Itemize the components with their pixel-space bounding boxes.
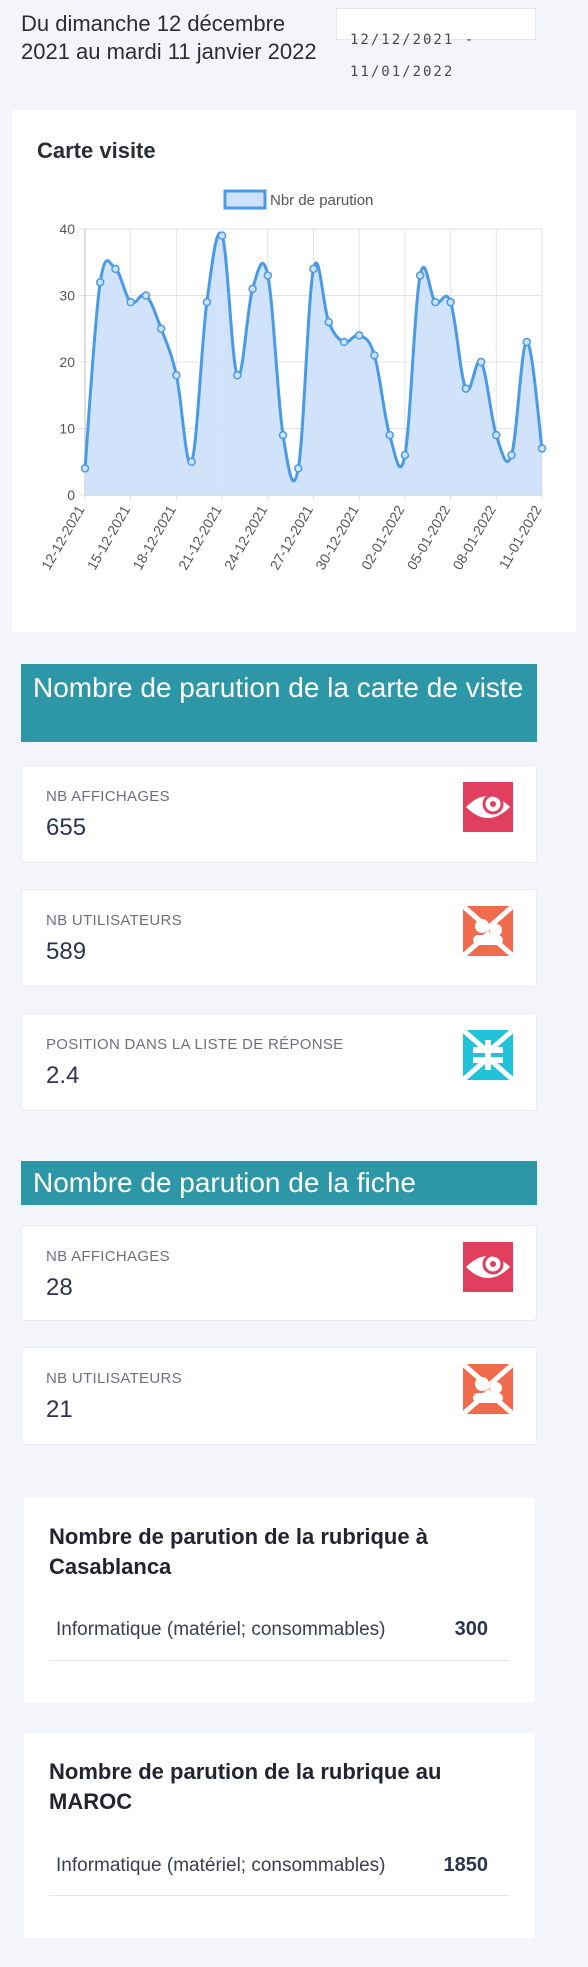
chart-title: Carte visite: [37, 138, 156, 163]
data-point: [202, 297, 212, 307]
rubrique-row-value: 300: [454, 1618, 488, 1640]
stat-label: NB UTILISATEURS: [46, 1370, 182, 1387]
data-point: [492, 430, 501, 440]
stat-value: 21: [46, 1396, 73, 1423]
stat-card-utilisateurs-fiche: NB UTILISATEURS 21: [21, 1347, 537, 1445]
stat-card-position: POSITION DANS LA LISTE DE RÉPONSE 2.4: [21, 1013, 537, 1111]
users-icon: [463, 906, 513, 956]
stat-label: NB AFFICHAGES: [46, 1248, 170, 1265]
data-point: [522, 337, 532, 347]
data-point: [461, 384, 471, 393]
y-tick-label: 30: [59, 288, 75, 304]
stat-value: 589: [46, 938, 87, 965]
rubrique-title: Nombre de parution de la rubrique au MAR…: [49, 1759, 442, 1814]
x-tick-label: 12-12-2021: [38, 502, 88, 572]
data-point: [80, 464, 90, 473]
data-point: [111, 264, 120, 274]
data-point: [324, 317, 333, 327]
y-tick-label: 40: [59, 221, 75, 237]
stat-value: 28: [46, 1274, 73, 1301]
y-tick-label: 10: [59, 421, 75, 437]
data-point: [95, 277, 105, 287]
rubrique-casablanca-card: Nombre de parution de la rubrique à Casa…: [24, 1498, 534, 1703]
rubrique-title: Nombre de parution de la rubrique à Casa…: [49, 1524, 428, 1579]
data-point: [248, 284, 257, 294]
stat-value: 2.4: [46, 1062, 80, 1089]
period-text: Du dimanche 12 décembre 2021 au mardi 11…: [21, 11, 317, 64]
data-point: [172, 371, 181, 380]
data-point: [339, 337, 349, 347]
x-tick-label: 24-12-2021: [221, 502, 271, 572]
data-point: [537, 444, 547, 453]
row-divider: [49, 1660, 509, 1661]
stat-label: NB AFFICHAGES: [46, 788, 170, 805]
data-point: [370, 351, 379, 360]
legend-label: Nbr de parution: [270, 192, 373, 209]
stat-label: POSITION DANS LA LISTE DE RÉPONSE: [46, 1036, 344, 1053]
data-point: [217, 231, 227, 240]
x-tick-label: 15-12-2021: [84, 502, 134, 572]
data-point: [141, 291, 151, 300]
section-title-fiche: Nombre de parution de la fiche: [21, 1161, 537, 1205]
data-point: [263, 271, 273, 280]
data-point: [476, 357, 486, 367]
section-title-carte: Nombre de parution de la carte de viste: [21, 664, 537, 742]
x-tick-label: 18-12-2021: [129, 502, 179, 572]
x-tick-label: 02-01-2022: [358, 502, 408, 572]
data-point: [278, 430, 288, 440]
data-point: [156, 324, 166, 333]
stat-value: 655: [46, 814, 87, 841]
stat-card-affichages: NB AFFICHAGES 655: [21, 765, 537, 863]
date-range-value[interactable]: 12/12/2021 - 11/01/2022: [350, 24, 530, 88]
stat-card-affichages-fiche: NB AFFICHAGES 28: [21, 1225, 537, 1321]
eye-icon: [463, 782, 513, 832]
data-point: [507, 450, 516, 460]
x-tick-label: 30-12-2021: [312, 502, 362, 572]
data-point: [187, 457, 196, 466]
row-divider: [49, 1895, 509, 1896]
stat-card-utilisateurs: NB UTILISATEURS 589: [21, 889, 537, 987]
data-point: [431, 297, 440, 307]
data-point: [309, 264, 318, 274]
list-position-icon: [463, 1030, 513, 1080]
rubrique-row-label: Informatique (matériel; consommables): [56, 1619, 386, 1640]
y-tick-label: 20: [59, 354, 75, 370]
data-point: [354, 331, 364, 340]
x-tick-label: 05-01-2022: [404, 502, 454, 572]
data-point: [415, 271, 425, 280]
eye-icon: [463, 1242, 513, 1292]
data-point: [294, 464, 303, 473]
x-tick-label: 27-12-2021: [266, 502, 316, 572]
rubrique-row-value: 1850: [443, 1854, 489, 1876]
parution-chart: 0 10 20 30 40 12-12-202115-12-202118-12-2021…: [38, 189, 547, 573]
rubrique-row-label: Informatique (matériel; consommables): [56, 1855, 386, 1876]
y-tick-label: 0: [67, 487, 75, 503]
data-point: [233, 371, 242, 380]
rubrique-maroc-card: Nombre de parution de la rubrique au MAR…: [24, 1733, 534, 1938]
stat-label: NB UTILISATEURS: [46, 912, 182, 929]
users-icon: [463, 1364, 513, 1414]
data-point: [385, 430, 394, 440]
x-tick-label: 21-12-2021: [175, 502, 225, 572]
data-point: [446, 297, 455, 307]
data-point: [126, 297, 135, 307]
legend-swatch: [223, 189, 267, 210]
x-tick-label: 11-01-2022: [495, 502, 544, 571]
x-tick-label: 08-01-2022: [449, 502, 499, 572]
data-point: [400, 450, 410, 460]
